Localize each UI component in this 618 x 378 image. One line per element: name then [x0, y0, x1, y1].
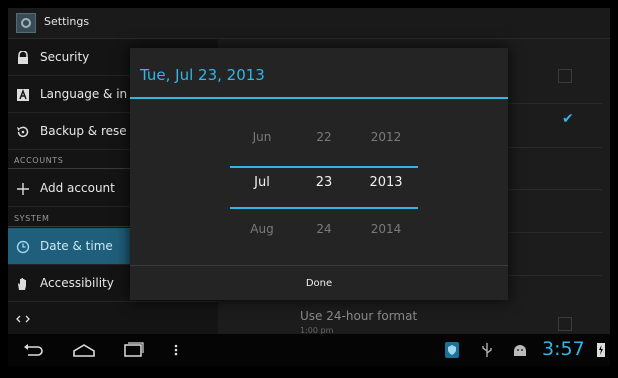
use-24-hour-checkbox[interactable]	[558, 317, 572, 331]
day-prev[interactable]: 22	[290, 130, 358, 144]
year-picker[interactable]: 2012 2013 2014	[352, 118, 420, 238]
dialog-button-bar: Done	[130, 265, 508, 301]
day-selection-bottom-line	[292, 207, 356, 209]
day-current[interactable]: 23	[290, 175, 358, 190]
app-title: Settings	[44, 15, 90, 28]
status-clock: 3:57	[542, 338, 585, 360]
month-current[interactable]: Jul	[228, 175, 296, 190]
system-bar: 3:57	[8, 334, 610, 366]
usb-icon	[482, 343, 492, 357]
recent-apps-icon[interactable]	[122, 341, 144, 359]
year-next[interactable]: 2014	[352, 222, 420, 236]
year-prev[interactable]: 2012	[352, 130, 420, 144]
clock-icon	[16, 239, 30, 254]
lock-icon	[16, 50, 30, 64]
month-next[interactable]: Aug	[228, 222, 296, 236]
android-debug-icon	[514, 345, 526, 356]
month-selection-top-line	[230, 166, 294, 168]
day-next[interactable]: 24	[290, 222, 358, 236]
auto-timezone-checkmark[interactable]: ✔	[562, 111, 574, 127]
year-selection-bottom-line	[354, 207, 418, 209]
sidebar-item-partial[interactable]	[8, 302, 218, 334]
add-account-label: Add account	[40, 181, 115, 195]
year-current[interactable]: 2013	[352, 175, 420, 190]
shield-notification-icon[interactable]	[444, 341, 460, 359]
sidebar-item-label: Date & time	[40, 239, 113, 253]
auto-date-checkbox[interactable]	[558, 69, 572, 83]
month-picker[interactable]: Jun Jul Aug	[228, 118, 296, 238]
sidebar-item-label: Backup & rese	[40, 124, 127, 138]
month-selection-bottom-line	[230, 207, 294, 209]
done-button[interactable]: Done	[130, 266, 508, 301]
settings-app-icon[interactable]	[16, 13, 36, 33]
sidebar-item-label: Language & in	[40, 87, 128, 101]
date-picker-dialog: Tue, Jul 23, 2013 Jun Jul Aug 22 23 24 2…	[130, 48, 508, 300]
battery-charging-icon	[597, 343, 605, 357]
developer-icon	[16, 311, 30, 325]
use-24-hour-format-title[interactable]: Use 24-hour format	[300, 309, 417, 323]
menu-overflow-icon[interactable]	[172, 341, 180, 359]
home-icon[interactable]	[72, 341, 96, 359]
backup-icon	[16, 124, 30, 138]
language-icon	[16, 87, 30, 101]
tablet-screen: Settings Security Language & in Backup &…	[8, 8, 610, 366]
day-picker[interactable]: 22 23 24	[290, 118, 358, 238]
hand-icon	[16, 276, 30, 290]
day-selection-top-line	[292, 166, 356, 168]
sidebar-item-label: Security	[40, 50, 90, 64]
back-icon[interactable]	[22, 341, 44, 359]
plus-icon	[16, 181, 30, 195]
year-selection-top-line	[354, 166, 418, 168]
action-bar: Settings	[8, 8, 610, 39]
sidebar-item-label: Accessibility	[40, 276, 114, 290]
month-prev[interactable]: Jun	[228, 130, 296, 144]
dialog-title: Tue, Jul 23, 2013	[140, 66, 265, 84]
dialog-title-divider	[130, 97, 508, 99]
